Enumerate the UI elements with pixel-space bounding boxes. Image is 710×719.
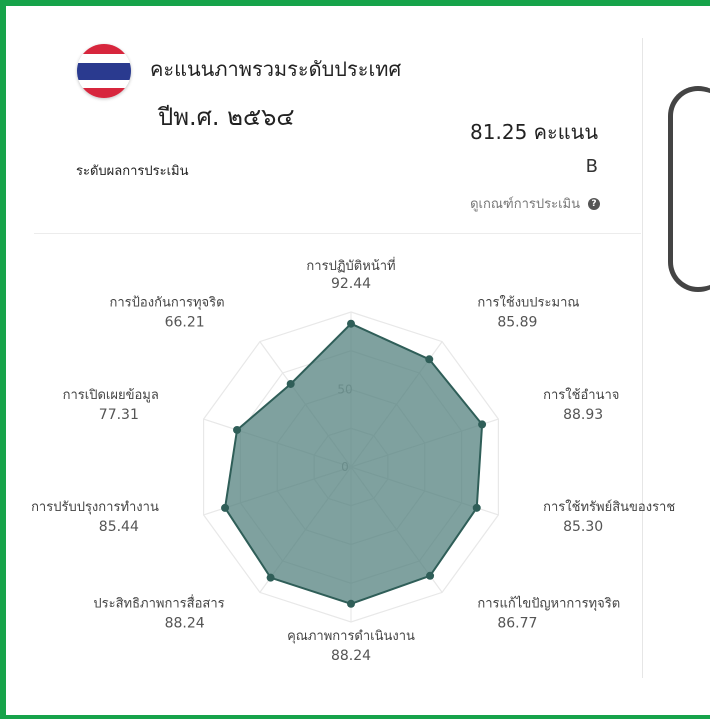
category-label: การเปิดเผยข้อมูล [63, 388, 159, 403]
category-label: คุณภาพการดำเนินงาน [287, 629, 415, 644]
value-label: 88.24 [165, 615, 205, 631]
category-label: ประสิทธิภาพการสื่อสาร [93, 594, 224, 611]
data-point[interactable] [266, 573, 275, 582]
value-label: 88.93 [563, 407, 603, 423]
value-label: 85.30 [563, 519, 603, 535]
value-label: 86.77 [497, 615, 537, 631]
data-point[interactable] [233, 425, 242, 434]
category-label: การป้องกันการทุจริต [110, 296, 225, 311]
category-label: การแก้ไขปัญหาการทุจริต [477, 595, 620, 611]
category-label: การใช้งบประมาณ [477, 295, 579, 311]
value-label: 66.21 [165, 315, 205, 331]
value-label: 85.89 [497, 315, 537, 331]
data-point[interactable] [286, 379, 295, 388]
data-point[interactable] [478, 420, 487, 429]
category-label: การปรับปรุงการทำงาน [31, 500, 159, 515]
data-point[interactable] [347, 319, 355, 328]
value-label: 92.44 [331, 276, 371, 292]
category-label: การใช้อำนาจ [543, 387, 619, 403]
data-point[interactable] [347, 599, 355, 608]
data-point[interactable] [472, 503, 481, 512]
radar-chart: 050 การปฏิบัติหน้าที่92.44การใช้งบประมาณ… [31, 257, 675, 664]
data-point[interactable] [221, 503, 230, 512]
data-point[interactable] [426, 571, 435, 580]
value-label: 77.31 [99, 407, 139, 423]
value-label: 88.24 [331, 648, 371, 664]
category-label: การปฏิบัติหน้าที่ [306, 257, 395, 274]
data-point[interactable] [425, 355, 434, 364]
series-area [224, 322, 484, 605]
side-panel-frame [668, 86, 710, 292]
radar-series [221, 319, 487, 608]
value-label: 85.44 [99, 519, 139, 535]
category-label: การใช้ทรัพย์สินของราช [543, 499, 675, 515]
